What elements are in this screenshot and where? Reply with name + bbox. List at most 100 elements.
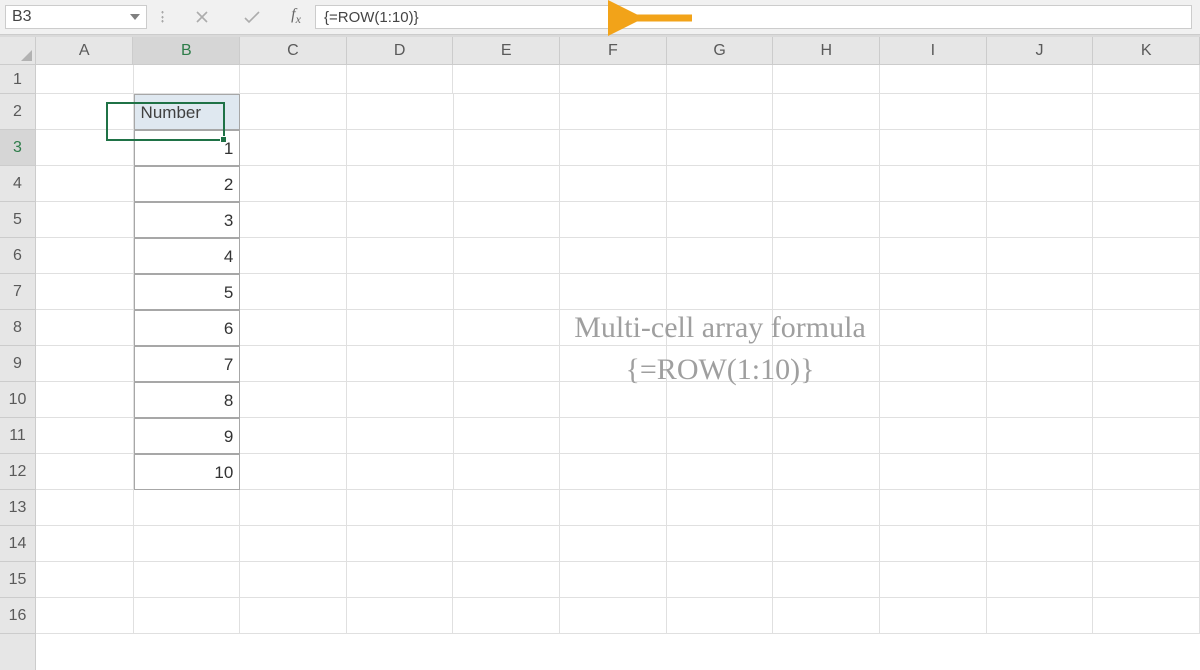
cell-H13[interactable] <box>773 490 880 526</box>
cell-K4[interactable] <box>1093 166 1200 202</box>
cell-F14[interactable] <box>560 526 667 562</box>
cell-B1[interactable] <box>134 65 241 94</box>
cell-F6[interactable] <box>560 238 667 274</box>
cell-I5[interactable] <box>880 202 987 238</box>
column-header-C[interactable]: C <box>240 37 347 64</box>
cell-K11[interactable] <box>1093 418 1200 454</box>
cell-B11[interactable]: 9 <box>134 418 241 454</box>
cell-C13[interactable] <box>240 490 347 526</box>
cell-C15[interactable] <box>240 562 347 598</box>
cell-F2[interactable] <box>560 94 667 130</box>
column-header-G[interactable]: G <box>667 37 774 64</box>
cell-E12[interactable] <box>454 454 561 490</box>
cell-D7[interactable] <box>347 274 454 310</box>
cell-A13[interactable] <box>36 490 134 526</box>
cell-C3[interactable] <box>240 130 347 166</box>
cell-C5[interactable] <box>240 202 347 238</box>
cell-I14[interactable] <box>880 526 987 562</box>
cell-J15[interactable] <box>987 562 1094 598</box>
column-header-E[interactable]: E <box>453 37 560 64</box>
cell-G11[interactable] <box>667 418 774 454</box>
row-header-2[interactable]: 2 <box>0 94 35 130</box>
cell-E11[interactable] <box>454 418 561 454</box>
cell-D13[interactable] <box>347 490 454 526</box>
cell-A7[interactable] <box>36 274 134 310</box>
cell-J6[interactable] <box>987 238 1094 274</box>
row-header-9[interactable]: 9 <box>0 346 35 382</box>
cell-D6[interactable] <box>347 238 454 274</box>
cell-B5[interactable]: 3 <box>134 202 241 238</box>
cell-D2[interactable] <box>347 94 454 130</box>
name-box[interactable]: B3 <box>5 5 147 29</box>
cell-G14[interactable] <box>667 526 774 562</box>
cell-I16[interactable] <box>880 598 987 634</box>
row-header-11[interactable]: 11 <box>0 418 35 454</box>
cell-A1[interactable] <box>36 65 134 94</box>
cell-K8[interactable] <box>1093 310 1200 346</box>
cell-A4[interactable] <box>36 166 134 202</box>
cell-A6[interactable] <box>36 238 134 274</box>
column-header-F[interactable]: F <box>560 37 667 64</box>
formula-input[interactable]: {=ROW(1:10)} <box>315 5 1192 29</box>
chevron-down-icon[interactable] <box>130 14 140 20</box>
cell-B14[interactable] <box>134 526 241 562</box>
cell-I3[interactable] <box>880 130 987 166</box>
row-header-12[interactable]: 12 <box>0 454 35 490</box>
cell-F7[interactable] <box>560 274 667 310</box>
cell-B9[interactable]: 7 <box>134 346 241 382</box>
cell-K12[interactable] <box>1093 454 1200 490</box>
cell-I11[interactable] <box>880 418 987 454</box>
cell-H2[interactable] <box>773 94 880 130</box>
cell-K7[interactable] <box>1093 274 1200 310</box>
cell-K1[interactable] <box>1093 65 1200 94</box>
cell-K2[interactable] <box>1093 94 1200 130</box>
cell-J14[interactable] <box>987 526 1094 562</box>
cell-G1[interactable] <box>667 65 774 94</box>
name-box-resize[interactable] <box>147 0 177 34</box>
column-header-K[interactable]: K <box>1093 37 1200 64</box>
cell-D16[interactable] <box>347 598 454 634</box>
cell-J11[interactable] <box>987 418 1094 454</box>
cell-C9[interactable] <box>240 346 347 382</box>
cell-J16[interactable] <box>987 598 1094 634</box>
cell-G5[interactable] <box>667 202 774 238</box>
cell-E13[interactable] <box>453 490 560 526</box>
cell-I1[interactable] <box>880 65 987 94</box>
cell-D14[interactable] <box>347 526 454 562</box>
cell-F1[interactable] <box>560 65 667 94</box>
cell-K14[interactable] <box>1093 526 1200 562</box>
cell-A12[interactable] <box>36 454 134 490</box>
cell-D10[interactable] <box>347 382 454 418</box>
cell-K15[interactable] <box>1093 562 1200 598</box>
cell-K3[interactable] <box>1093 130 1200 166</box>
cell-K10[interactable] <box>1093 382 1200 418</box>
cell-H1[interactable] <box>773 65 880 94</box>
cell-G15[interactable] <box>667 562 774 598</box>
cell-H16[interactable] <box>773 598 880 634</box>
cell-D5[interactable] <box>347 202 454 238</box>
column-header-H[interactable]: H <box>773 37 880 64</box>
cell-B10[interactable]: 8 <box>134 382 241 418</box>
cancel-button[interactable] <box>177 0 227 34</box>
row-header-5[interactable]: 5 <box>0 202 35 238</box>
cell-J1[interactable] <box>987 65 1094 94</box>
cell-G13[interactable] <box>667 490 774 526</box>
cell-E7[interactable] <box>454 274 561 310</box>
cell-A14[interactable] <box>36 526 134 562</box>
row-header-10[interactable]: 10 <box>0 382 35 418</box>
cell-E1[interactable] <box>453 65 560 94</box>
row-header-7[interactable]: 7 <box>0 274 35 310</box>
cell-D1[interactable] <box>347 65 454 94</box>
cell-J7[interactable] <box>987 274 1094 310</box>
cell-A10[interactable] <box>36 382 134 418</box>
cell-B16[interactable] <box>134 598 241 634</box>
cell-D3[interactable] <box>347 130 454 166</box>
row-header-4[interactable]: 4 <box>0 166 35 202</box>
cell-E15[interactable] <box>453 562 560 598</box>
cell-I12[interactable] <box>880 454 987 490</box>
cell-J4[interactable] <box>987 166 1094 202</box>
cell-C14[interactable] <box>240 526 347 562</box>
cell-D11[interactable] <box>347 418 454 454</box>
cell-F12[interactable] <box>560 454 667 490</box>
cell-I4[interactable] <box>880 166 987 202</box>
